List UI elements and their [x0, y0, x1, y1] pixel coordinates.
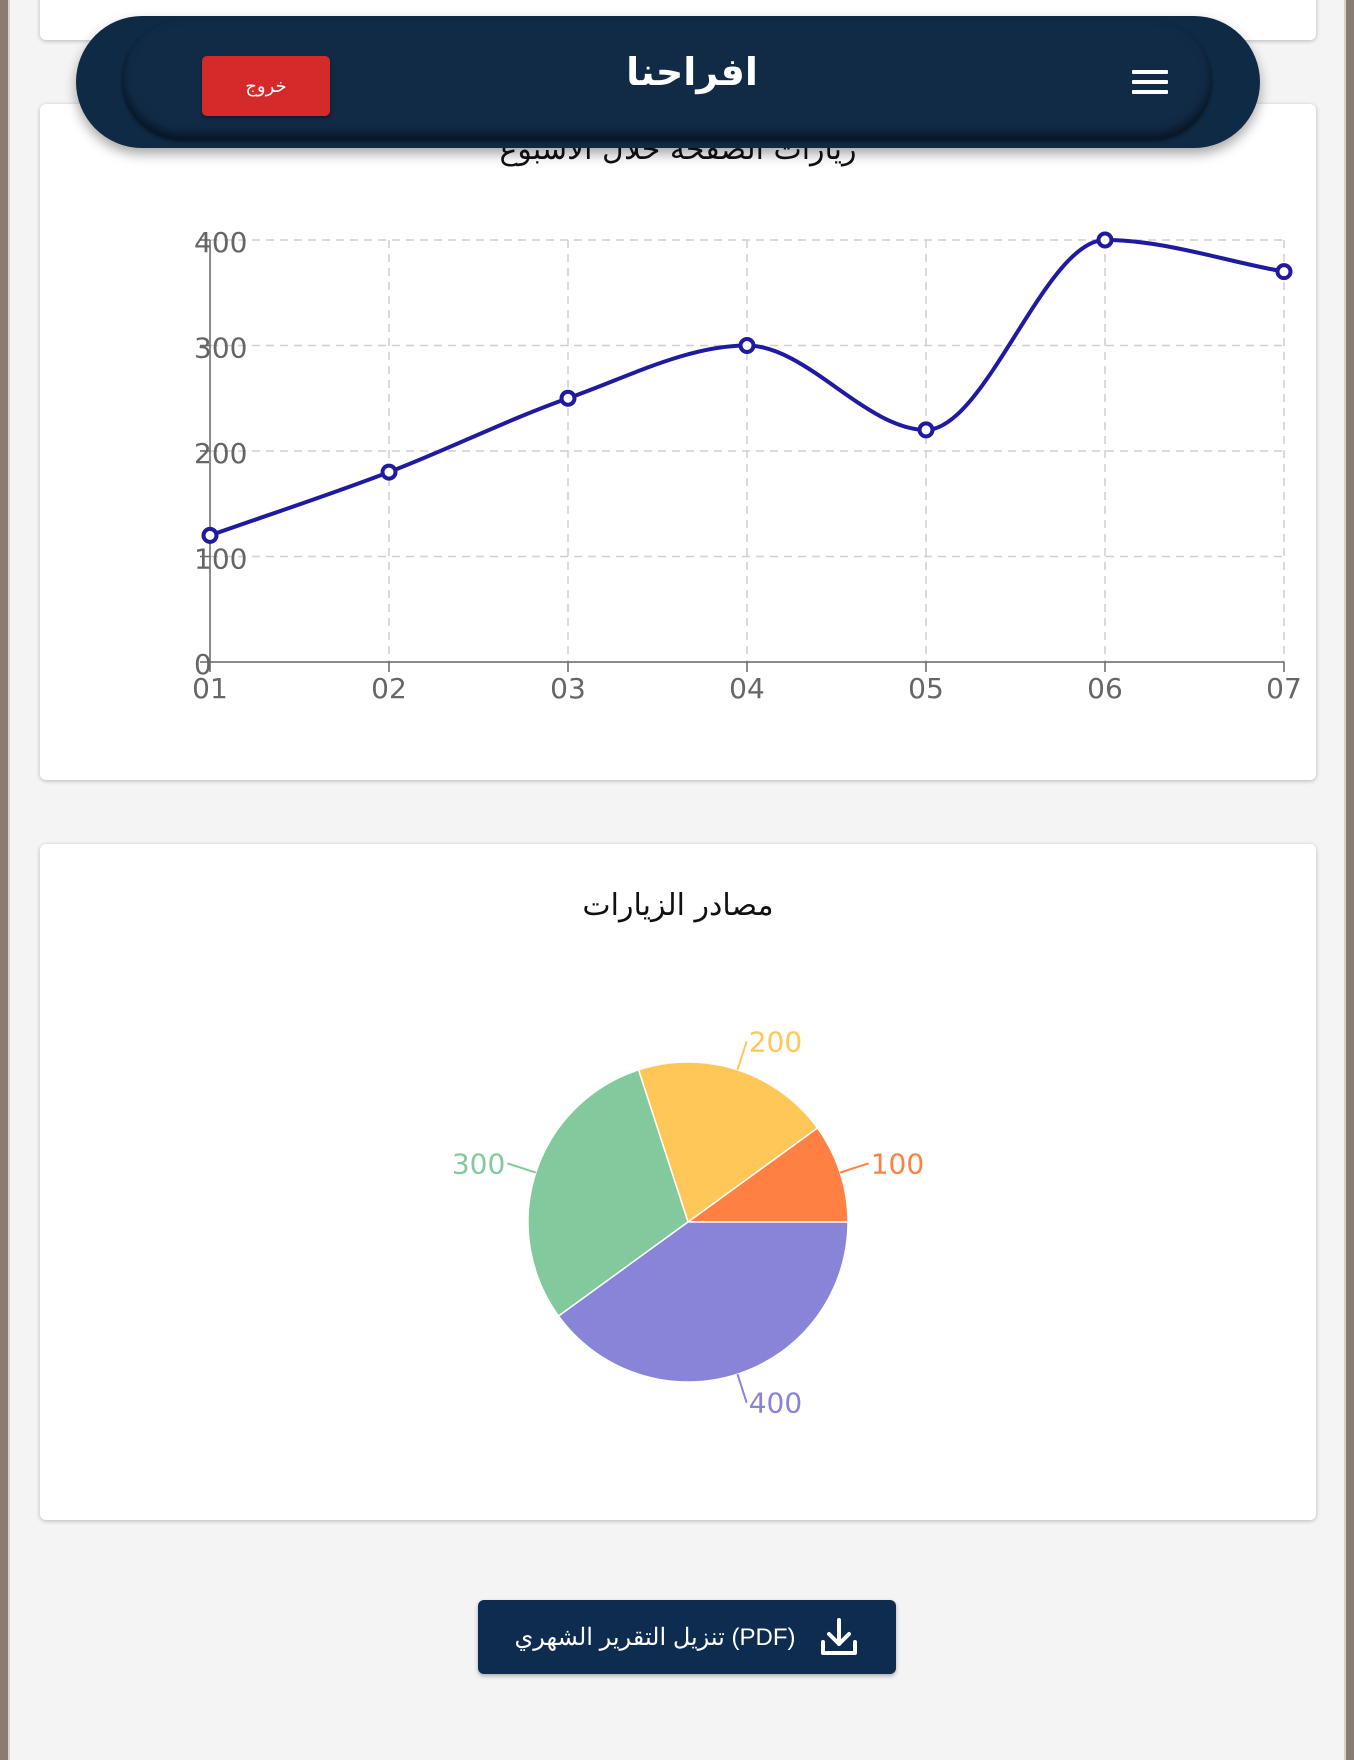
data-point [1275, 263, 1293, 281]
app-page: زيارات الصفحة خلال الأسبوع 0 100 200 300 400… [8, 0, 1346, 1760]
data-point [380, 463, 398, 481]
pie-label-line [839, 1162, 870, 1174]
app-brand: افراحنا [626, 50, 758, 94]
weekly-visits-line-chart: 010020030040001 02 03 04 05 06 07 [192, 226, 1302, 705]
y-tick-label: 300 [194, 332, 247, 365]
visit-sources-card: مصادر الزيارات 100 200 300 400 [40, 844, 1316, 1520]
y-tick-label: 400 [194, 226, 247, 259]
top-navbar: خروج افراحنا [76, 16, 1260, 148]
x-tick-label: 04 [729, 672, 765, 705]
visit-sources-pie-chart: 100 200 300 400 [452, 1025, 924, 1420]
pie-label-line [736, 1373, 748, 1404]
pie-label-line [736, 1040, 748, 1071]
navbar-inner: خروج افراحنا [122, 20, 1212, 140]
data-point [201, 526, 219, 544]
x-tick-label: 01 [192, 672, 228, 705]
hamburger-menu-icon[interactable] [1132, 70, 1168, 100]
pie-label-line [506, 1162, 537, 1174]
pie-data-label: 200 [749, 1025, 802, 1058]
download-report-button[interactable]: تنزيل التقرير الشهري (PDF) [478, 1600, 896, 1674]
y-tick-label: 100 [194, 543, 247, 576]
data-point [1096, 231, 1114, 249]
x-tick-label: 07 [1266, 672, 1302, 705]
data-point [917, 421, 935, 439]
download-report-label: تنزيل التقرير الشهري (PDF) [514, 1623, 796, 1651]
x-tick-label: 03 [550, 672, 586, 705]
y-tick-label: 200 [194, 437, 247, 470]
logout-button[interactable]: خروج [202, 56, 330, 116]
x-tick-label: 02 [371, 672, 407, 705]
pie-data-label: 400 [749, 1387, 802, 1420]
data-point [559, 389, 577, 407]
pie-data-label: 300 [452, 1147, 505, 1180]
download-icon [820, 1618, 857, 1655]
x-tick-label: 05 [908, 672, 944, 705]
weekly-visits-card: زيارات الصفحة خلال الأسبوع 0 100 200 300 400… [40, 104, 1316, 780]
data-point [738, 337, 756, 354]
pie-data-label: 100 [871, 1147, 924, 1180]
x-tick-label: 06 [1087, 672, 1123, 705]
